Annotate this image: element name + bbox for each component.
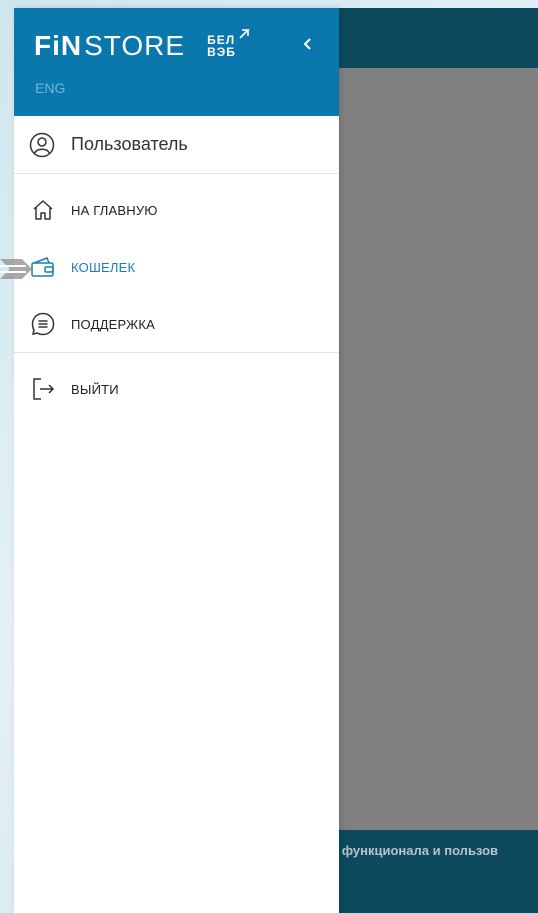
menu-item-home[interactable]: НА ГЛАВНУЮ <box>14 190 339 230</box>
home-icon <box>30 197 56 223</box>
logout-icon <box>30 376 56 402</box>
belveb-logo: БЕЛ ВЭБ <box>207 29 250 59</box>
navigation-drawer: FiN STORE БЕЛ ВЭБ ENG Пользователь НА ГЛ… <box>14 8 339 913</box>
app-footer-text: ю функционала и пользов <box>327 843 499 858</box>
menu-item-label: НА ГЛАВНУЮ <box>71 202 158 218</box>
user-label: Пользователь <box>71 134 188 154</box>
collapse-drawer-button[interactable] <box>296 32 320 56</box>
menu-item-support[interactable]: ПОДДЕРЖКА <box>14 304 339 344</box>
chevron-left-icon <box>303 38 311 50</box>
logo-store: STORE <box>84 30 186 61</box>
menu-item-label: ВЫЙТИ <box>71 381 119 397</box>
menu-item-label: КОШЕЛЕК <box>71 259 136 275</box>
bank-line-2: ВЭБ <box>207 45 236 59</box>
menu-divider <box>14 352 339 353</box>
menu-item-logout[interactable]: ВЫЙТИ <box>14 369 339 409</box>
menu-item-label: ПОДДЕРЖКА <box>71 316 156 332</box>
pointer-arrow-icon <box>0 259 32 279</box>
finstore-logo: FiN STORE БЕЛ ВЭБ <box>34 28 250 64</box>
drawer-header: FiN STORE БЕЛ ВЭБ ENG <box>14 8 339 116</box>
user-profile[interactable]: Пользователь <box>14 116 339 174</box>
chat-icon <box>30 311 56 337</box>
bank-mark-icon <box>239 29 250 39</box>
user-circle-icon <box>29 132 55 157</box>
language-switch[interactable]: ENG <box>35 80 65 96</box>
menu-item-wallet[interactable]: КОШЕЛЕК <box>14 247 339 287</box>
logo-fin: FiN <box>34 30 83 61</box>
